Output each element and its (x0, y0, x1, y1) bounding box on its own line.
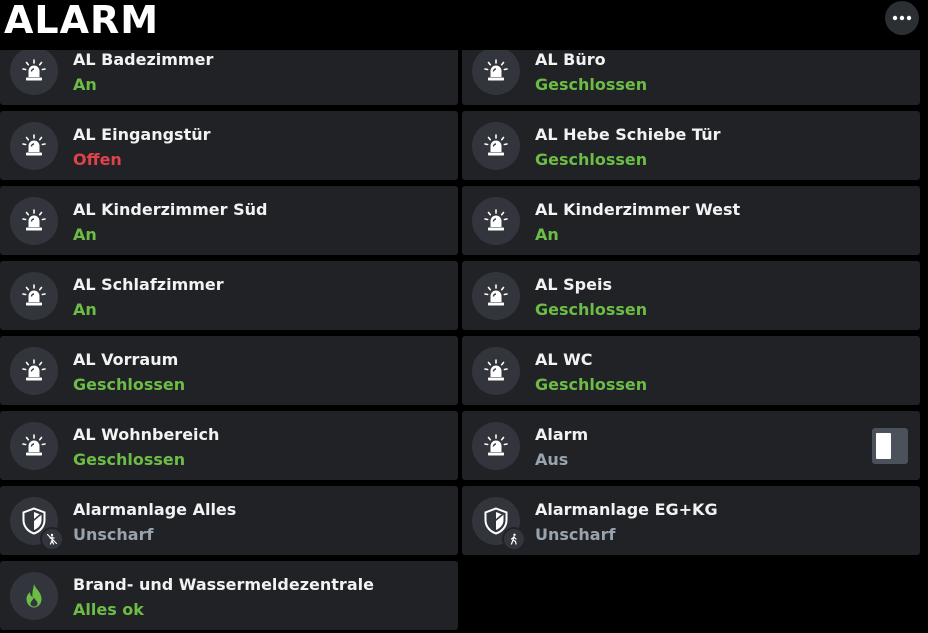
tile-state: Alles ok (73, 600, 144, 619)
page-title: ALARM (4, 0, 160, 42)
fire-icon[interactable] (10, 571, 58, 620)
tile-name: AL Vorraum (73, 350, 179, 369)
more-options-button[interactable] (885, 1, 919, 35)
alarm-tile[interactable]: AL Kinderzimmer West An (462, 186, 920, 255)
shield-icon[interactable] (10, 496, 64, 551)
tile-name: AL Wohnbereich (73, 425, 220, 444)
more-horizontal-icon (892, 15, 912, 21)
siren-icon[interactable] (472, 196, 520, 245)
alarm-tile[interactable]: AL Kinderzimmer Süd An (0, 186, 458, 255)
tile-state: An (73, 75, 97, 94)
tile-name: AL Eingangstür (73, 125, 211, 144)
siren-icon[interactable] (10, 121, 58, 170)
tile-name: AL Hebe Schiebe Tür (535, 125, 721, 144)
siren-icon[interactable] (472, 346, 520, 395)
walking-person-icon (502, 526, 526, 551)
tile-name: AL Schlafzimmer (73, 275, 224, 294)
tile-state: Offen (73, 150, 122, 169)
tile-name: Alarmanlage EG+KG (535, 500, 718, 519)
toggle-knob (876, 432, 891, 459)
alarm-tile[interactable]: AL Eingangstür Offen (0, 111, 458, 180)
alarm-tile[interactable]: Alarmanlage Alles Unscharf (0, 486, 458, 555)
tile-name: AL WC (535, 350, 593, 369)
tile-name: AL Büro (535, 50, 606, 69)
tile-state: Geschlossen (535, 375, 648, 394)
tile-name: Brand- und Wassermeldezentrale (73, 575, 374, 594)
page-header: ALARM (0, 0, 928, 50)
tile-name: Alarmanlage Alles (73, 500, 237, 519)
tile-state: Geschlossen (73, 375, 186, 394)
alarm-tile[interactable]: AL Vorraum Geschlossen (0, 336, 458, 405)
alarm-tile[interactable]: AL Wohnbereich Geschlossen (0, 411, 458, 480)
tile-state: Geschlossen (535, 75, 648, 94)
alarm-toggle-switch[interactable] (872, 427, 908, 464)
tile-name: AL Kinderzimmer West (535, 200, 741, 219)
tile-state: Aus (535, 450, 569, 469)
alarm-tile[interactable]: Brand- und Wassermeldezentrale Alles ok (0, 561, 458, 630)
alarm-tile[interactable]: AL WC Geschlossen (462, 336, 920, 405)
siren-icon[interactable] (10, 421, 58, 470)
tile-state: Geschlossen (73, 450, 186, 469)
tile-name: AL Kinderzimmer Süd (73, 200, 268, 219)
tile-name: Alarm (535, 425, 589, 444)
siren-icon[interactable] (10, 46, 58, 95)
tile-state: Geschlossen (535, 300, 648, 319)
alarm-tile[interactable]: AL Hebe Schiebe Tür Geschlossen (462, 111, 920, 180)
alarm-tile[interactable]: AL Speis Geschlossen (462, 261, 920, 330)
tile-state: Unscharf (73, 525, 154, 544)
siren-icon[interactable] (10, 271, 58, 320)
siren-icon[interactable] (10, 346, 58, 395)
tile-state: An (73, 300, 97, 319)
tile-state: An (535, 225, 559, 244)
tile-state: Unscharf (535, 525, 616, 544)
disarmed-person-icon (40, 526, 64, 551)
shield-icon[interactable] (472, 496, 526, 551)
siren-icon[interactable] (472, 46, 520, 95)
siren-icon[interactable] (10, 196, 58, 245)
siren-icon[interactable] (472, 271, 520, 320)
tile-name: AL Speis (535, 275, 612, 294)
siren-icon[interactable] (472, 121, 520, 170)
tile-state: An (73, 225, 97, 244)
alarm-tile[interactable]: Alarmanlage EG+KG Unscharf (462, 486, 920, 555)
siren-icon[interactable] (472, 421, 520, 470)
alarm-tile[interactable]: Alarm Aus (462, 411, 920, 480)
tile-state: Geschlossen (535, 150, 648, 169)
tile-name: AL Badezimmer (73, 50, 214, 69)
alarm-tile[interactable]: AL Schlafzimmer An (0, 261, 458, 330)
